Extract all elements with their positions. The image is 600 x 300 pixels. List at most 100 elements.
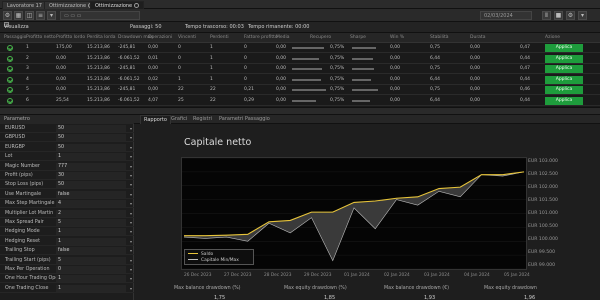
- parameter-value[interactable]: 1: [56, 153, 126, 161]
- apply-button[interactable]: Applica: [545, 44, 583, 52]
- parameter-value[interactable]: 1: [56, 237, 126, 245]
- table-cell: 0,00: [276, 97, 287, 103]
- parameter-value[interactable]: 0: [56, 266, 126, 273]
- chevron-down-icon[interactable]: ▾: [130, 144, 132, 152]
- chevron-down-icon[interactable]: ▾: [130, 238, 132, 246]
- column-header[interactable]: Perdita lorda: [87, 33, 116, 43]
- parameter-value[interactable]: 777: [56, 162, 126, 170]
- parameter-value[interactable]: 30: [56, 172, 126, 179]
- settings-small-icon[interactable]: ⚙: [566, 11, 575, 20]
- filter-icon[interactable]: ▾: [47, 11, 56, 20]
- parameter-row[interactable]: Magic Number 777 ▾: [0, 162, 134, 171]
- parameter-value[interactable]: 1: [56, 228, 126, 236]
- column-header[interactable]: Operazioni: [148, 33, 172, 43]
- chevron-down-icon[interactable]: ▾: [130, 134, 132, 142]
- column-header[interactable]: Vincenti: [178, 33, 196, 43]
- chevron-down-icon[interactable]: ▾: [130, 200, 132, 208]
- parameter-value[interactable]: 2: [56, 209, 126, 217]
- date-field[interactable]: 02/03/2024: [480, 11, 532, 20]
- parameter-row[interactable]: Profit (pips) 30 ▾: [0, 172, 134, 180]
- settings-icon[interactable]: ⚙: [3, 11, 12, 20]
- table-row[interactable]: 4 0,00 15.213,86 -6.061,52 0,02 1 1 0 0,00 0,75% 0…: [0, 75, 600, 85]
- parameter-row[interactable]: Max Step Martingale 4 ▾: [0, 200, 134, 209]
- parameter-row[interactable]: Hedging Reset 1 ▾: [0, 237, 134, 246]
- tab-worker[interactable]: Lavoratore 17: [2, 1, 47, 9]
- parameter-row[interactable]: Max Spread Pair 5 ▾: [0, 219, 134, 227]
- chevron-down-icon[interactable]: ▾: [130, 285, 132, 293]
- column-header[interactable]: Stabilità: [430, 33, 449, 43]
- apply-button[interactable]: Applica: [545, 96, 583, 105]
- parameter-row[interactable]: One Trading Close 1 ▾: [0, 284, 134, 293]
- parameter-row[interactable]: Max Per Operation 0 ▾: [0, 266, 134, 274]
- tab-parametri-passaggio[interactable]: Parametri Passaggio: [216, 115, 273, 124]
- parameter-row[interactable]: EURUSD 50 ▾: [0, 125, 134, 133]
- column-header[interactable]: Passaggio: [4, 33, 26, 43]
- parameter-row[interactable]: Hedging Mode 1 ▾: [0, 228, 134, 237]
- splitter[interactable]: [0, 107, 600, 115]
- parameter-row[interactable]: GBPUSD 50 ▾: [0, 134, 134, 143]
- apply-button[interactable]: Applica: [545, 54, 583, 63]
- chevron-down-icon[interactable]: ▾: [130, 247, 132, 255]
- symbol-field[interactable]: ▭ ▭ ▭: [60, 11, 140, 20]
- parameter-row[interactable]: Multiplier Lot Martin 2 ▾: [0, 209, 134, 218]
- parameter-value[interactable]: false: [56, 190, 126, 198]
- chevron-down-icon[interactable]: ▾: [130, 153, 132, 161]
- table-row[interactable]: 1 175,00 15.213,86 -245,81 0,00 0 1 0 0,00 0,75% 0…: [0, 43, 600, 53]
- table-row[interactable]: 5 0,00 15.213,86 -245,81 0,00 22 22 0,21 0,00 0,7…: [0, 85, 600, 95]
- apply-button[interactable]: Applica: [545, 65, 583, 73]
- chevron-down-icon[interactable]: ▾: [130, 172, 132, 180]
- tab-optimization-2[interactable]: Ottimizzazione: [90, 1, 145, 9]
- chart-icon[interactable]: ◫: [25, 11, 34, 20]
- parameter-row[interactable]: One Hour Trading Open 1 ▾: [0, 275, 134, 284]
- tab-registri[interactable]: Registri: [190, 115, 215, 124]
- grid-icon[interactable]: ▦: [14, 11, 23, 20]
- chevron-down-icon[interactable]: ▾: [130, 228, 132, 236]
- stop-icon[interactable]: ■: [554, 11, 563, 20]
- chevron-down-icon[interactable]: ▾: [130, 266, 132, 274]
- parameter-value[interactable]: 1: [56, 275, 126, 283]
- chevron-down-icon[interactable]: ▾: [130, 275, 132, 283]
- table-row[interactable]: 2 0,00 15.213,86 -6.061,52 0,01 0 1 0 0,00 0,75% 0…: [0, 54, 600, 64]
- expand-icon[interactable]: ▾: [578, 11, 587, 20]
- parameter-value[interactable]: 1: [56, 284, 126, 292]
- parameter-value[interactable]: 50: [56, 125, 126, 132]
- pause-icon[interactable]: Ⅱ: [542, 11, 551, 20]
- column-header[interactable]: Sharpe: [350, 33, 366, 43]
- column-header[interactable]: Fattore profitto: [244, 33, 278, 43]
- column-header[interactable]: Profitto netto: [26, 33, 56, 43]
- parameter-value[interactable]: 5: [56, 219, 126, 226]
- chevron-down-icon[interactable]: ▾: [130, 125, 132, 133]
- parameter-row[interactable]: Lot 1 ▾: [0, 153, 134, 162]
- column-header[interactable]: Azione: [545, 33, 560, 43]
- chevron-down-icon[interactable]: ▾: [130, 191, 132, 199]
- column-header[interactable]: Media: [276, 33, 290, 43]
- parameter-value[interactable]: 50: [56, 181, 126, 189]
- parameter-value[interactable]: 5: [56, 256, 126, 264]
- parameter-row[interactable]: Trailing Stop false ▾: [0, 247, 134, 256]
- chevron-down-icon[interactable]: ▾: [130, 257, 132, 265]
- tab-rapporto[interactable]: Rapporto: [140, 115, 171, 124]
- column-header[interactable]: Recupero: [310, 33, 331, 43]
- parameter-row[interactable]: Trailing Start (pips) 5 ▾: [0, 256, 134, 265]
- parameter-row[interactable]: Stop Loss (pips) 50 ▾: [0, 181, 134, 190]
- column-header[interactable]: Win %: [390, 33, 404, 43]
- chevron-down-icon[interactable]: ▾: [130, 219, 132, 227]
- column-header[interactable]: Durata: [470, 33, 485, 43]
- apply-button[interactable]: Applica: [545, 86, 583, 94]
- list-icon[interactable]: ≡: [36, 11, 45, 20]
- table-row[interactable]: 6 25,54 15.213,86 -6.061,52 4,07 25 22 0,29 0,00…: [0, 96, 600, 106]
- chevron-down-icon[interactable]: ▾: [130, 210, 132, 218]
- column-header[interactable]: Profitto lordo: [56, 33, 85, 43]
- parameter-value[interactable]: 4: [56, 200, 126, 208]
- parameter-value[interactable]: 50: [56, 143, 126, 151]
- table-row[interactable]: 3 0,00 15.213,86 -245,81 0,00 0 1 0 0,00 0,75% 0,0…: [0, 64, 600, 74]
- chevron-down-icon[interactable]: ▾: [130, 181, 132, 189]
- parameter-row[interactable]: Use Martingale false ▾: [0, 190, 134, 199]
- chevron-down-icon[interactable]: ▾: [130, 163, 132, 171]
- parameter-row[interactable]: EURGBP 50 ▾: [0, 143, 134, 152]
- tab-grafici[interactable]: Grafici: [168, 115, 190, 124]
- column-header[interactable]: Perdenti: [210, 33, 229, 43]
- parameter-value[interactable]: 50: [56, 134, 126, 142]
- parameter-value[interactable]: false: [56, 247, 126, 255]
- apply-button[interactable]: Applica: [545, 75, 583, 84]
